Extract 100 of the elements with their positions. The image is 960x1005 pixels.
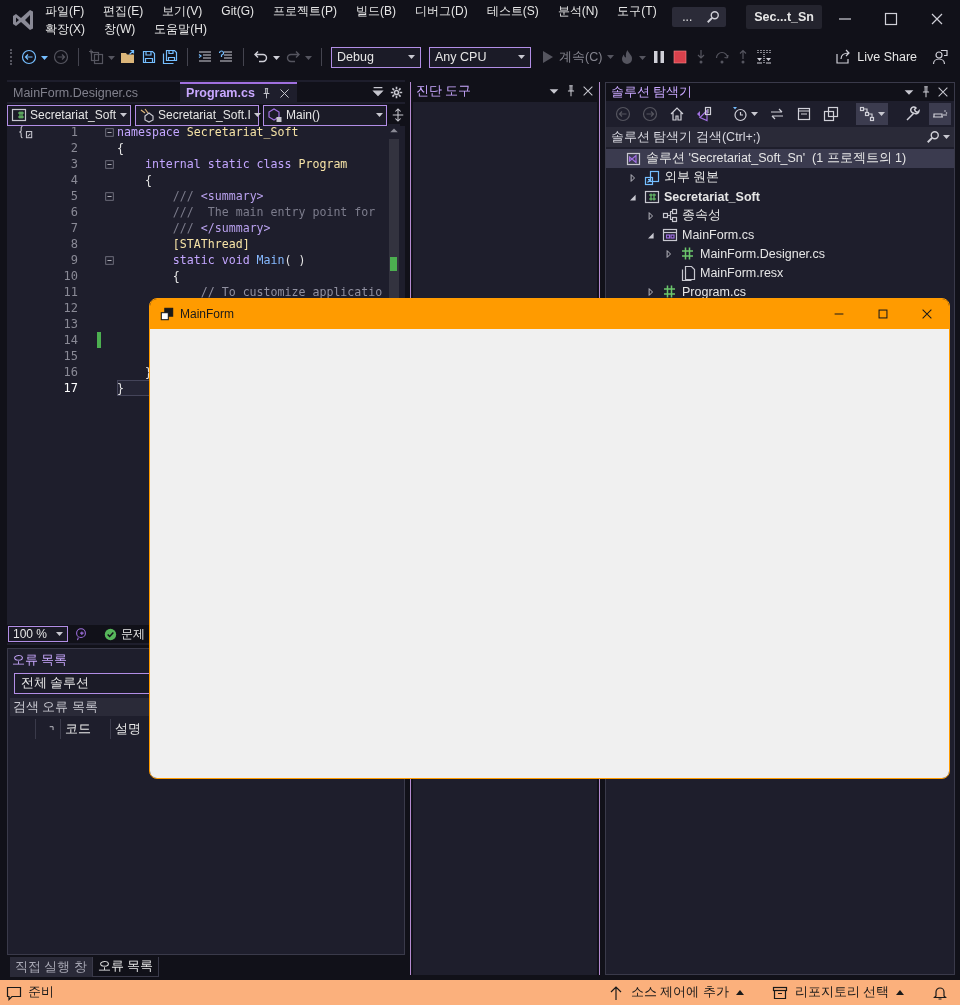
undo-icon[interactable] <box>253 49 280 65</box>
folder-icon[interactable] <box>120 49 136 65</box>
tree-item[interactable]: MainForm.cs <box>606 225 954 244</box>
line-number: 12 <box>62 301 78 315</box>
fold-toggle-icon[interactable] <box>104 190 115 202</box>
menu-item[interactable]: 창(W) <box>104 22 136 36</box>
tree-item[interactable]: 외부 원본 <box>606 168 954 187</box>
close-icon[interactable] <box>277 86 291 100</box>
menu-item[interactable]: 빌드(B) <box>356 4 396 18</box>
logo-icon <box>12 9 34 31</box>
caret-icon[interactable] <box>518 55 525 59</box>
search-icon[interactable] <box>926 130 940 144</box>
source-control-button[interactable]: 소스 제어에 추가 <box>607 984 744 1001</box>
clock-icon[interactable] <box>732 106 748 122</box>
caret-icon[interactable] <box>408 55 415 59</box>
drag-handle[interactable] <box>10 49 13 65</box>
menu-item[interactable]: Git(G) <box>221 4 254 18</box>
search-box[interactable]: ... <box>672 7 727 27</box>
column-header[interactable]: 코드 <box>61 719 111 739</box>
close-icon[interactable] <box>920 307 934 321</box>
caret-icon[interactable] <box>253 113 261 117</box>
caret-icon[interactable] <box>120 113 127 117</box>
caret-icon[interactable] <box>943 135 950 139</box>
menu-item[interactable]: 확장(X) <box>45 22 85 36</box>
live-share-button[interactable]: Live Share <box>835 49 917 65</box>
line-number: 2 <box>69 141 78 155</box>
back-icon[interactable] <box>21 49 48 65</box>
uncomment-lines-icon[interactable] <box>218 49 234 65</box>
message-icon[interactable] <box>6 984 22 1001</box>
comment-lines-icon[interactable] <box>197 49 213 65</box>
project-icon <box>11 107 27 123</box>
tree-item[interactable]: MainForm.resx <box>606 263 954 282</box>
fold-toggle-icon[interactable] <box>104 158 115 170</box>
code-line: /// </summary> <box>171 220 272 236</box>
menu-item[interactable]: 테스트(S) <box>486 4 539 18</box>
maximize-icon[interactable] <box>883 11 899 27</box>
nav-dropdown[interactable]: Secretariat_Soft.I <box>135 104 259 126</box>
close-icon[interactable] <box>936 85 950 99</box>
caret-icon[interactable] <box>878 112 885 116</box>
method-icon <box>267 107 283 123</box>
code-file-icon <box>680 245 696 262</box>
tree-item[interactable]: 솔루션 'Secretariat_Soft_Sn' (1 프로젝트의 1) <box>606 149 954 168</box>
settings-icon[interactable] <box>390 85 403 99</box>
save-all-icon[interactable] <box>162 49 178 65</box>
panel-tab[interactable]: 직접 실행 창 <box>10 957 92 977</box>
menu-item[interactable]: 디버그(D) <box>415 4 468 18</box>
search-icon[interactable] <box>706 10 721 24</box>
code-line: /// The main entry point for <box>171 204 377 220</box>
repository-button[interactable]: 리포지토리 선택 <box>771 984 904 1001</box>
line-number: 15 <box>62 349 78 363</box>
save-icon[interactable] <box>141 49 157 65</box>
form-icon <box>662 226 678 243</box>
nav-dropdown[interactable]: Main() <box>263 104 387 126</box>
change-marker <box>390 257 397 271</box>
tree-view-button[interactable] <box>856 103 888 125</box>
feedback-icon[interactable] <box>932 49 948 65</box>
code-file-icon <box>662 283 678 300</box>
status-text: 준비 <box>28 984 54 1001</box>
editor-tab[interactable]: MainForm.Designer.cs <box>7 82 145 102</box>
window-icon <box>160 307 174 321</box>
assistant-icon[interactable] <box>74 627 88 641</box>
fold-toggle-icon[interactable] <box>104 254 115 266</box>
notification-icon[interactable] <box>932 984 948 1001</box>
code-line: [STAThread] <box>171 236 251 252</box>
dropdown[interactable]: Any CPU <box>429 46 531 68</box>
tree-item[interactable]: Program.cs <box>606 282 954 301</box>
close-icon[interactable] <box>581 84 595 98</box>
code-line: // To customize applicatio <box>199 284 384 300</box>
stop-icon[interactable] <box>672 49 689 65</box>
tree-view-icon[interactable] <box>859 106 875 122</box>
braces-icon[interactable] <box>19 125 33 139</box>
editor-tab[interactable]: Program.cs <box>180 82 297 102</box>
menu-item[interactable]: 편집(E) <box>103 4 144 18</box>
tab-list-icon[interactable] <box>371 85 385 99</box>
line-number: 9 <box>69 253 78 267</box>
caret-icon[interactable] <box>376 113 383 117</box>
tree-item[interactable]: Secretariat_Soft <box>606 187 954 206</box>
panel-tab[interactable]: 오류 목록 <box>91 957 160 977</box>
menu-item[interactable]: 프로젝트(P) <box>273 4 337 18</box>
code-line: { <box>143 172 153 188</box>
menu-item[interactable]: 도구(T) <box>617 4 657 18</box>
menu-item[interactable]: 도움말(H) <box>154 22 207 36</box>
close-icon[interactable] <box>929 11 945 27</box>
caret-up-icon <box>735 990 744 995</box>
menu-item[interactable]: 분석(N) <box>557 4 599 18</box>
search-field[interactable]: 솔루션 탐색기 검색(Ctrl+;) <box>606 127 954 147</box>
nav-dropdown[interactable]: Secretariat_Soft <box>7 104 131 126</box>
tree-item[interactable]: MainForm.Designer.cs <box>606 244 954 263</box>
caret-icon[interactable] <box>751 112 758 116</box>
zoom-dropdown[interactable]: 100 % <box>8 626 68 642</box>
split-icon[interactable] <box>391 108 405 122</box>
menu-item[interactable]: 보기(V) <box>162 4 203 18</box>
dropdown[interactable]: Debug <box>331 46 421 68</box>
menu-item[interactable]: 파일(F) <box>45 4 85 18</box>
solution-name: Sec...t_Sn <box>746 5 822 29</box>
fold-toggle-icon[interactable] <box>104 126 115 138</box>
threads-icon[interactable] <box>756 49 773 65</box>
caret-icon[interactable] <box>56 632 63 636</box>
tree-item[interactable]: 종속성 <box>606 206 954 225</box>
code-line: static void Main( ) <box>171 252 307 268</box>
